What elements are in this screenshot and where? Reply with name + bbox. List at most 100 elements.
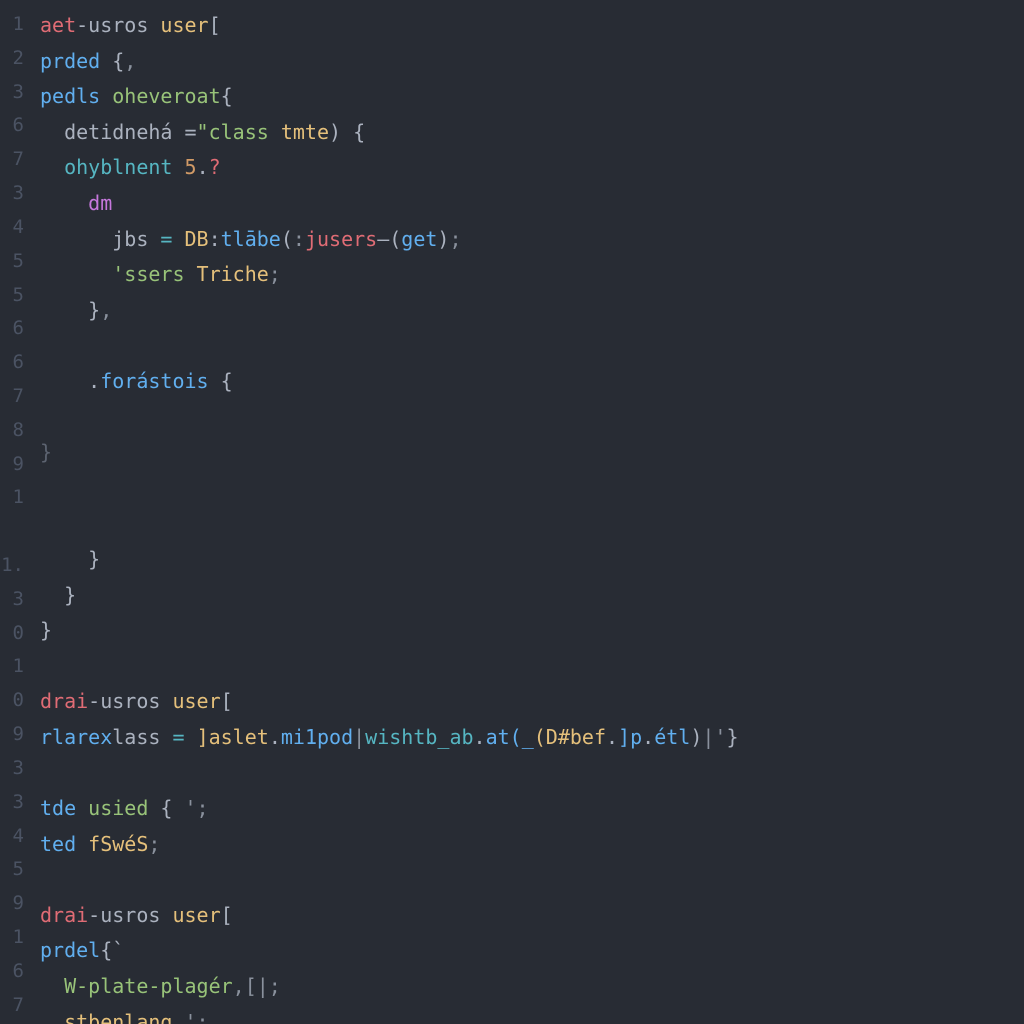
code-token: get: [401, 227, 437, 251]
code-line[interactable]: stbenlang ';: [40, 1005, 1024, 1024]
code-token: forástois: [100, 369, 220, 393]
code-line[interactable]: detidnehá ="class tmte) {: [40, 115, 1024, 151]
code-token: [40, 1010, 64, 1024]
code-token: [: [221, 689, 233, 713]
code-line[interactable]: 'ssers Triche;: [40, 257, 1024, 293]
code-token: [: [209, 13, 221, 37]
code-line[interactable]: [40, 400, 1024, 436]
code-line[interactable]: rlarexlass = ]aslet.mi1pod|wishtb_ab.at(…: [40, 720, 1024, 756]
code-token: .: [197, 155, 209, 179]
code-token: {: [221, 369, 233, 393]
code-line[interactable]: ted fSwéS;: [40, 827, 1024, 863]
code-token: prdel: [40, 938, 100, 962]
code-line[interactable]: [40, 862, 1024, 898]
line-number: 6: [0, 955, 30, 989]
code-token: [40, 155, 64, 179]
line-number: 9: [0, 448, 30, 482]
code-token: [40, 974, 64, 998]
code-token: ,[|: [233, 974, 269, 998]
code-token: {: [341, 120, 365, 144]
code-token: aet: [40, 13, 76, 37]
code-line[interactable]: prdel{`: [40, 933, 1024, 969]
code-token: 'ssers: [112, 262, 196, 286]
code-token: user: [172, 689, 220, 713]
code-token: ]aslet: [197, 725, 269, 749]
line-number: 3: [0, 752, 30, 786]
code-line[interactable]: }: [40, 435, 1024, 471]
line-number: 3: [0, 76, 30, 110]
code-token: ;: [269, 262, 281, 286]
code-line[interactable]: drai-usros user[: [40, 684, 1024, 720]
code-token: oheveroat: [112, 84, 220, 108]
line-number: 1: [0, 481, 30, 515]
code-token: ;: [148, 832, 160, 856]
code-token: (D#bef: [534, 725, 606, 749]
line-number: 3: [0, 786, 30, 820]
code-token: }: [40, 618, 52, 642]
code-line[interactable]: .forástois {: [40, 364, 1024, 400]
code-token: —(: [377, 227, 401, 251]
code-token: }: [726, 725, 738, 749]
code-editor[interactable]: 123673455667891 1.301093345916789 aet-us…: [0, 0, 1024, 1024]
code-line[interactable]: [40, 755, 1024, 791]
code-token: =: [172, 725, 196, 749]
code-token: .: [642, 725, 654, 749]
code-token: ): [329, 120, 341, 144]
line-number: 9: [0, 718, 30, 752]
code-area[interactable]: aet-usros user[prded {,pedls oheveroat{ …: [30, 0, 1024, 1024]
code-line[interactable]: aet-usros user[: [40, 8, 1024, 44]
code-token: ohyblnent: [64, 155, 184, 179]
code-token: [: [221, 903, 233, 927]
code-line[interactable]: tde usied { ';: [40, 791, 1024, 827]
line-number: 7: [0, 989, 30, 1023]
code-token: [40, 262, 112, 286]
code-token: .: [269, 725, 281, 749]
code-line[interactable]: pedls oheveroat{: [40, 79, 1024, 115]
code-token: -usros: [88, 903, 172, 927]
code-line[interactable]: prded {,: [40, 44, 1024, 80]
code-token: jusers: [305, 227, 377, 251]
line-number: [0, 515, 30, 549]
code-line[interactable]: jbs = DB:tlābe(:jusers—(get);: [40, 222, 1024, 258]
code-token: detidnehá =: [40, 120, 197, 144]
code-token: drai: [40, 903, 88, 927]
code-token: Triche: [197, 262, 269, 286]
code-line[interactable]: }: [40, 542, 1024, 578]
code-token: ?: [209, 155, 221, 179]
code-line[interactable]: [40, 328, 1024, 364]
code-line[interactable]: drai-usros user[: [40, 898, 1024, 934]
code-line[interactable]: [40, 506, 1024, 542]
code-token: 5: [185, 155, 197, 179]
code-line[interactable]: dm: [40, 186, 1024, 222]
code-line[interactable]: }: [40, 613, 1024, 649]
line-number: 1: [0, 8, 30, 42]
line-number: 4: [0, 211, 30, 245]
code-token: ;: [269, 974, 281, 998]
code-token: prded: [40, 49, 112, 73]
line-number-gutter: 123673455667891 1.301093345916789: [0, 0, 30, 1024]
line-number: 2: [0, 42, 30, 76]
code-token: drai: [40, 689, 88, 713]
code-token: .: [474, 725, 486, 749]
code-token: }: [40, 583, 76, 607]
code-line[interactable]: [40, 649, 1024, 685]
line-number: 7: [0, 380, 30, 414]
code-token: ,: [124, 49, 136, 73]
code-token: fSwéS: [88, 832, 148, 856]
code-line[interactable]: ohyblnent 5.?: [40, 150, 1024, 186]
code-line[interactable]: },: [40, 293, 1024, 329]
code-line[interactable]: W-plate-plagér,[|;: [40, 969, 1024, 1005]
code-token: user: [172, 903, 220, 927]
code-token: |: [353, 725, 365, 749]
code-token: mi1pod: [281, 725, 353, 749]
line-number: 1: [0, 921, 30, 955]
code-line[interactable]: [40, 471, 1024, 507]
line-number: 6: [0, 346, 30, 380]
line-number: 5: [0, 245, 30, 279]
code-token: :: [293, 227, 305, 251]
code-line[interactable]: }: [40, 578, 1024, 614]
line-number: 8: [0, 414, 30, 448]
code-token: {: [221, 84, 233, 108]
code-token: tde: [40, 796, 88, 820]
line-number: 3: [0, 177, 30, 211]
